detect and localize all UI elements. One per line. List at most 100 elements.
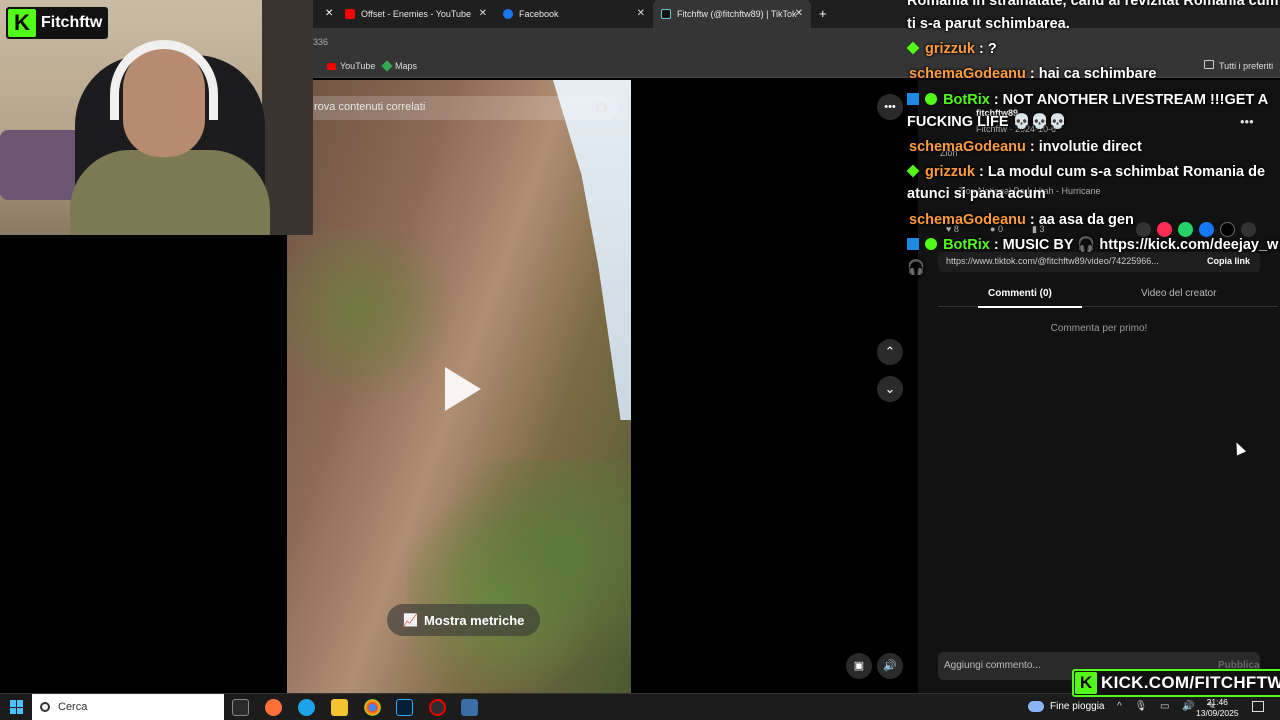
tab-tiktok[interactable]: Fitchftw (@fitchftw89) | TikTok ✕ xyxy=(653,0,811,28)
edge-icon[interactable] xyxy=(298,699,315,716)
notification-icon[interactable] xyxy=(1252,701,1264,712)
chat-text: : MUSIC BY 🎧 https://kick.com/deejay_w xyxy=(993,237,1279,253)
streamer-logo: K Fitchftw xyxy=(6,7,109,39)
chevron-up-icon[interactable]: ⌃ xyxy=(877,339,903,365)
chat-username[interactable]: grizzuk xyxy=(925,164,975,180)
panel-tabs: Commenti (0) Video del creator xyxy=(938,285,1278,308)
kick-logo-icon: K xyxy=(8,9,36,37)
chat-username[interactable]: grizzuk xyxy=(925,41,975,57)
volume-icon[interactable]: 🔊 xyxy=(877,653,903,679)
app-icon[interactable] xyxy=(461,699,478,716)
bookmark-youtube[interactable]: YouTube xyxy=(327,61,375,71)
chat-text: : La modul cum s-a schimbat Romania de xyxy=(979,164,1266,180)
bookmark-label: YouTube xyxy=(340,61,376,71)
tab-facebook[interactable]: Facebook ✕ xyxy=(495,0,653,28)
chat-text: : NOT ANOTHER LIVESTREAM !!!GET A xyxy=(993,92,1269,108)
chat-username[interactable]: schemaGodeanu xyxy=(909,139,1026,155)
weather-widget[interactable]: Fine pioggia xyxy=(1028,701,1104,712)
related-search-input[interactable]: rova contenuti correlati xyxy=(287,96,619,120)
tab-comments[interactable]: Commenti (0) xyxy=(978,288,1082,308)
show-metrics-label: Mostra metriche xyxy=(423,612,525,628)
chat-message: ti s-a parut schimbarea. xyxy=(907,13,1070,35)
chat-message: atunci si pana acum xyxy=(907,183,1046,205)
empty-comments-text: Commenta per primo! xyxy=(1050,323,1148,334)
chrome-icon[interactable] xyxy=(364,699,381,716)
chat-message: FUCKING LIFE 💀💀💀 xyxy=(907,111,1067,133)
photoshop-icon[interactable] xyxy=(396,699,413,716)
taskbar-search-input[interactable]: Cerca xyxy=(32,694,224,720)
chat-text: 🎧 xyxy=(907,260,926,276)
close-icon[interactable]: ✕ xyxy=(479,8,487,19)
bot-badge-icon xyxy=(907,238,919,250)
tiktok-video-player[interactable]: rova contenuti correlati 📈 Mostra metric… xyxy=(287,80,631,693)
chat-text: atunci si pana acum xyxy=(907,186,1046,202)
clock[interactable]: 21:46 13/09/2025 xyxy=(1196,697,1239,719)
tab-title: Facebook xyxy=(519,9,559,19)
chevron-down-icon[interactable]: ⌄ xyxy=(877,376,903,402)
bookmark-maps[interactable]: Maps xyxy=(381,60,418,72)
chat-text: : involutie direct xyxy=(1029,139,1142,155)
search-label: Cerca xyxy=(58,701,88,713)
tiktok-favicon-icon xyxy=(661,9,671,19)
picture-in-picture-icon[interactable]: ▣ xyxy=(846,653,872,679)
verified-icon xyxy=(925,238,938,250)
close-icon[interactable]: ✕ xyxy=(637,8,645,19)
search-icon[interactable] xyxy=(596,102,607,113)
comment-placeholder: Aggiungi commento... xyxy=(944,660,1041,671)
weather-text: Fine pioggia xyxy=(1050,701,1105,712)
chat-text: ti s-a parut schimbarea. xyxy=(907,16,1070,32)
maps-icon xyxy=(381,60,393,72)
chat-message: BotRix : NOT ANOTHER LIVESTREAM !!!GET A xyxy=(907,89,1268,111)
search-placeholder: rova contenuti correlati xyxy=(314,101,426,113)
headset-icon xyxy=(110,40,218,120)
video-sky xyxy=(553,80,631,420)
chat-text: FUCKING LIFE 💀💀💀 xyxy=(907,114,1067,130)
clock-date: 13/09/2025 xyxy=(1196,708,1239,718)
stream-chat-overlay: Romania in strainatate, cand ai revizita… xyxy=(906,0,1280,276)
tab-title: Fitchftw (@fitchftw89) | TikTok xyxy=(677,9,797,19)
bot-badge-icon xyxy=(907,93,919,105)
tab-youtube[interactable]: Offset - Enemies - YouTube ✕ xyxy=(337,0,495,28)
green-diamond-icon xyxy=(906,164,920,178)
kick-logo-icon: K xyxy=(1075,672,1097,694)
more-options-icon[interactable]: ••• xyxy=(877,94,903,120)
clock-time: 21:46 xyxy=(1206,697,1228,707)
chat-username[interactable]: schemaGodeanu xyxy=(909,66,1026,82)
watermark-text: KICK.COM/FITCHFTW xyxy=(1101,673,1280,692)
new-tab-button[interactable]: + xyxy=(811,0,835,28)
close-icon[interactable]: ✕ xyxy=(795,8,803,19)
webcam-shelf xyxy=(262,0,313,235)
chat-message: schemaGodeanu : hai ca schimbare xyxy=(909,63,1156,85)
task-view-icon[interactable] xyxy=(232,699,249,716)
webcam-shirt xyxy=(70,150,270,235)
all-bookmarks-link[interactable]: Tutti i preferiti xyxy=(1219,61,1273,71)
chat-text: : ? xyxy=(979,41,997,57)
chat-message: grizzuk : La modul cum s-a schimbat Roma… xyxy=(906,161,1266,183)
windows-taskbar: Cerca Fine pioggia ^ 🎙 ▭ 🔊 ✎ 21:46 13/09… xyxy=(0,693,1280,720)
webcam-overlay: K Fitchftw xyxy=(0,0,313,235)
file-explorer-icon[interactable] xyxy=(331,699,348,716)
windows-start-icon[interactable] xyxy=(10,700,24,714)
obs-icon[interactable] xyxy=(429,699,446,716)
video-foliage xyxy=(287,230,467,430)
chat-message: 🎧 xyxy=(907,257,925,279)
play-icon[interactable] xyxy=(445,367,481,411)
show-metrics-button[interactable]: 📈 Mostra metriche xyxy=(387,604,541,636)
folder-icon xyxy=(1204,60,1214,69)
chart-icon: 📈 xyxy=(403,613,418,627)
chat-username[interactable]: BotRix xyxy=(943,92,990,108)
chat-username[interactable]: BotRix xyxy=(943,237,990,253)
green-diamond-icon xyxy=(906,41,920,55)
search-icon xyxy=(40,702,50,712)
tab-close-left[interactable]: ✕ xyxy=(313,0,337,28)
chat-text: Romania in strainatate, cand ai revizita… xyxy=(907,0,1279,9)
tab-creator-videos[interactable]: Video del creator xyxy=(1141,288,1216,299)
kick-watermark: K KICK.COM/FITCHFTW xyxy=(1072,669,1280,697)
youtube-icon xyxy=(327,62,336,70)
chat-username[interactable]: schemaGodeanu xyxy=(909,212,1026,228)
facebook-favicon-icon xyxy=(503,9,513,19)
chat-message: grizzuk : ? xyxy=(906,38,997,60)
firefox-icon[interactable] xyxy=(265,699,282,716)
chat-message: schemaGodeanu : aa asa da gen xyxy=(909,209,1134,231)
bookmark-label: Maps xyxy=(395,61,418,71)
